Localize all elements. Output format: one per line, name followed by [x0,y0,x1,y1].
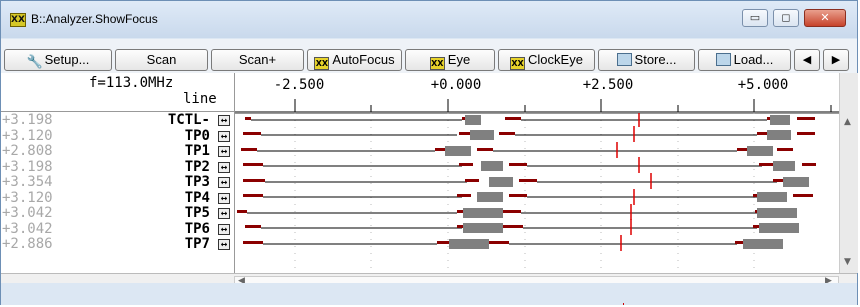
focus-view: f=113.0MHz line -2.500 +0.000 +2.500 +5.… [1,73,858,294]
ruler-ticks [235,99,839,113]
expand-toggle-icon[interactable]: ↔ [218,146,230,157]
scroll-down-icon[interactable]: ▼ [844,257,851,267]
expand-toggle-icon[interactable]: ↔ [218,130,230,142]
close-button[interactable]: ✕ [804,9,846,27]
clockeye-icon: XX [510,57,526,70]
expand-toggle-icon[interactable]: ↔ [218,223,230,235]
toolbar: 🔧 Setup... Scan Scan+ XX AutoFocus XX Eye X… [1,39,857,73]
triangle-left-icon: ◀ [802,54,812,66]
vertical-scrollbar[interactable]: ▲ ▼ [839,73,858,273]
maximize-button[interactable]: ◻ [773,9,799,27]
panel-divider[interactable] [234,113,235,273]
scan-label: Scan [146,52,177,67]
scan-button[interactable]: Scan [115,49,208,71]
scroll-up-icon[interactable]: ▲ [844,117,851,127]
eye-button[interactable]: XX Eye [405,49,495,71]
maximize-icon: ◻ [781,11,791,24]
disk-store-icon [616,53,632,66]
title-bar[interactable]: XX B::Analyzer.ShowFocus ▭ ◻ ✕ [1,1,857,38]
scan-plus-label: Scan+ [238,52,277,67]
disk-load-icon [715,53,731,66]
signal-rows: +3.198 TCTL- ↔ +3.120 TP0 ↔ +2.808 TP1 ↔ +3.19… [1,113,839,273]
minimize-icon: ▭ [749,11,761,24]
row-value: +3.042 [2,205,53,221]
line-label: line [183,91,217,107]
row-name: TP5 [184,205,210,221]
expand-toggle-icon[interactable]: ↔ [218,115,230,126]
clockeye-label: ClockEye [528,52,583,67]
row-value: +3.120 [2,127,53,144]
store-button[interactable]: Store... [598,49,695,71]
cursor-marker [623,303,624,305]
eye-label: Eye [447,52,471,67]
frequency-label: f=113.0MHz [89,75,174,91]
app-icon: XX [10,13,26,27]
expand-toggle-icon[interactable]: ↔ [218,208,230,219]
row-value: +3.198 [2,158,53,175]
row-value: +2.886 [2,236,53,252]
setup-label: Setup... [44,52,90,67]
autofocus-label: AutoFocus [332,52,395,67]
row-value: +2.808 [2,143,53,159]
scan-plus-button[interactable]: Scan+ [211,49,304,71]
triangle-right-icon: ▶ [831,54,841,66]
row-name: TP6 [184,220,210,237]
row-waveform [245,113,815,127]
status-bar [1,283,857,305]
scroll-left-button[interactable]: ◀ [794,49,820,71]
expand-toggle-icon[interactable]: ↔ [218,161,230,173]
header-left-panel: f=113.0MHz line [1,73,235,113]
row-name: TP3 [184,174,210,190]
time-ruler: -2.500 +0.000 +2.500 +5.000 [235,73,839,114]
scroll-right-button[interactable]: ▶ [823,49,849,71]
analyzer-window: XX B::Analyzer.ShowFocus ▭ ◻ ✕ 🔧 Setup...… [0,0,858,305]
minimize-button[interactable]: ▭ [742,9,768,27]
expand-toggle-icon[interactable]: ↔ [218,177,230,188]
row-value: +3.354 [2,174,53,190]
row-value: +3.042 [2,220,53,237]
store-label: Store... [634,52,677,67]
clockeye-button[interactable]: XX ClockEye [498,49,595,71]
row-value: +3.198 [2,112,53,128]
setup-button[interactable]: 🔧 Setup... [4,49,112,71]
autofocus-icon: XX [314,57,330,70]
wrench-icon: 🔧 [26,55,43,70]
close-icon: ✕ [820,11,830,24]
load-label: Load... [733,52,774,67]
row-name: TP7 [184,236,210,252]
row-name: TP1 [184,143,210,159]
autofocus-button[interactable]: XX AutoFocus [307,49,402,71]
load-button[interactable]: Load... [698,49,791,71]
eye-diagram-plot [237,113,816,273]
window-title: B::Analyzer.ShowFocus [31,12,158,26]
expand-toggle-icon[interactable]: ↔ [218,192,230,204]
row-name: TP4 [184,189,210,206]
row-name: TP0 [184,127,210,144]
row-value: +3.120 [2,189,53,206]
eye-icon: XX [429,57,445,70]
expand-toggle-icon[interactable]: ↔ [218,239,230,250]
row-name: TP2 [184,158,210,175]
row-name: TCTL- [167,112,210,128]
